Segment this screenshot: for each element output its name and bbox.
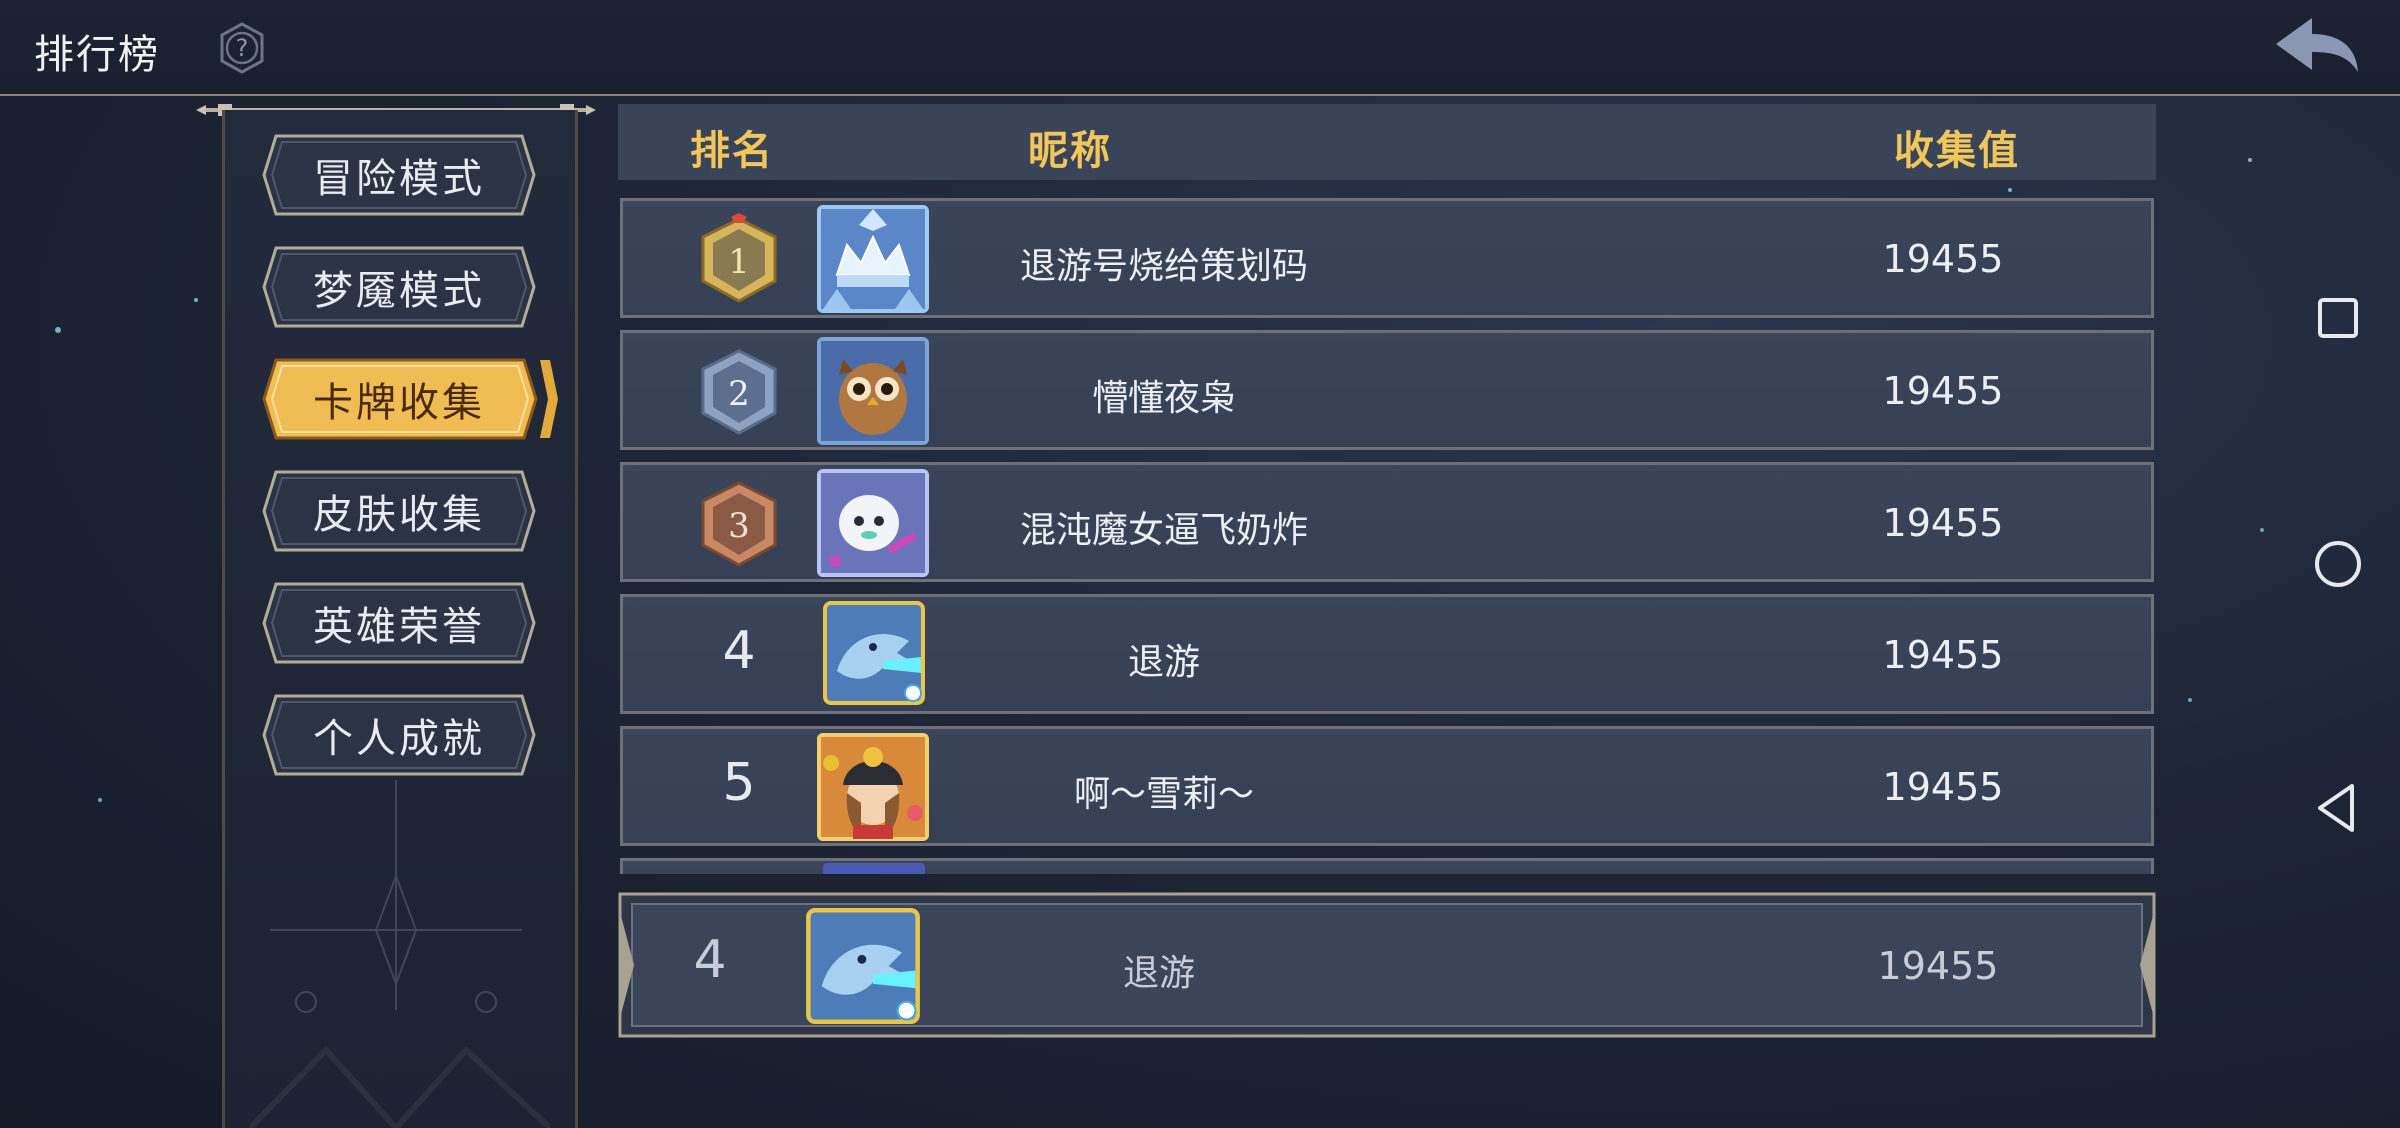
banner-ornament	[250, 780, 550, 1128]
table-row[interactable]: 3 混沌魔女逼飞奶炸 19455	[620, 462, 2154, 582]
rank-number: 1	[728, 242, 750, 282]
rank-number: 3	[728, 506, 750, 546]
sidebar-item-label: 卡牌收集	[313, 380, 485, 426]
sidebar-item-label: 个人成就	[313, 716, 485, 762]
white-creature-avatar	[817, 469, 929, 577]
silver-rank-badge-icon: 2	[701, 349, 777, 435]
my-nickname: 退游	[1122, 953, 1195, 994]
rank-number: 2	[728, 374, 750, 414]
my-rank-number: 4	[693, 930, 727, 990]
player-nickname: 啊～雪莉～	[1073, 774, 1254, 815]
column-header-nickname: 昵称	[1028, 128, 1112, 174]
collection-value: 19455	[1882, 501, 2004, 545]
sidebar-item-label: 英雄荣誉	[313, 604, 485, 650]
my-collection-value: 19455	[1877, 944, 1999, 988]
avatar	[823, 863, 925, 874]
sidebar-item-nightmare[interactable]: 梦魇模式	[262, 246, 536, 328]
column-header-rank: 排名	[690, 128, 774, 174]
sidebar-item-label: 梦魇模式	[313, 268, 485, 314]
svg-text:?: ?	[236, 34, 249, 62]
table-row[interactable]: 5 啊～雪莉～ 19455	[620, 726, 2154, 846]
sidebar-item-label: 皮肤收集	[313, 492, 485, 538]
hat-girl-avatar	[817, 733, 929, 841]
player-nickname: 退游号烧给策划码	[1019, 246, 1308, 287]
sidebar-item-label: 冒险模式	[313, 156, 485, 202]
table-row-partial[interactable]	[620, 858, 2154, 874]
collection-value: 19455	[1882, 765, 2004, 809]
help-icon[interactable]: ?	[216, 22, 268, 74]
player-nickname: 混沌魔女逼飞奶炸	[1019, 510, 1308, 551]
sidebar-item-achievements[interactable]: 个人成就	[262, 694, 536, 776]
gold-rank-badge-icon: 1	[701, 213, 777, 303]
ice-dragon-avatar	[823, 601, 925, 705]
owl-avatar	[817, 337, 929, 445]
rank-number: 4	[722, 621, 756, 681]
my-rank-row: 4 退游 19455	[618, 892, 2156, 1038]
leaderboard-list[interactable]: 1 退游号烧给策划码 19455 2 懵懂夜枭 19455 3 混沌魔女逼飞奶炸…	[618, 196, 2156, 874]
top-bar: 排行榜 ?	[0, 0, 2400, 96]
sidebar-item-adventure[interactable]: 冒险模式	[262, 134, 536, 216]
collection-value: 19455	[1882, 237, 2004, 281]
ice-dragon-avatar	[806, 908, 920, 1024]
frost-crown-avatar	[817, 205, 929, 313]
page-title: 排行榜	[34, 32, 160, 78]
leaderboard-header: 排名 昵称 收集值	[618, 104, 2156, 180]
sidebar-item-skin-collection[interactable]: 皮肤收集	[262, 470, 536, 552]
recent-apps-icon[interactable]	[2308, 288, 2368, 348]
player-nickname: 懵懂夜枭	[1091, 378, 1236, 419]
home-icon[interactable]	[2308, 534, 2368, 594]
nav-back-icon[interactable]	[2308, 778, 2368, 838]
back-arrow-icon[interactable]	[2272, 14, 2362, 78]
table-row[interactable]: 2 懵懂夜枭 19455	[620, 330, 2154, 450]
collection-value: 19455	[1882, 369, 2004, 413]
collection-value: 19455	[1882, 633, 2004, 677]
bronze-rank-badge-icon: 3	[701, 481, 777, 567]
table-row[interactable]: 1 退游号烧给策划码 19455	[620, 198, 2154, 318]
sidebar-item-card-collection[interactable]: 卡牌收集	[262, 358, 558, 440]
sidebar-item-hero-honor[interactable]: 英雄荣誉	[262, 582, 536, 664]
column-header-value: 收集值	[1894, 128, 2020, 174]
rank-number: 5	[722, 753, 756, 813]
table-row[interactable]: 4 退游 19455	[620, 594, 2154, 714]
player-nickname: 退游	[1127, 642, 1200, 683]
